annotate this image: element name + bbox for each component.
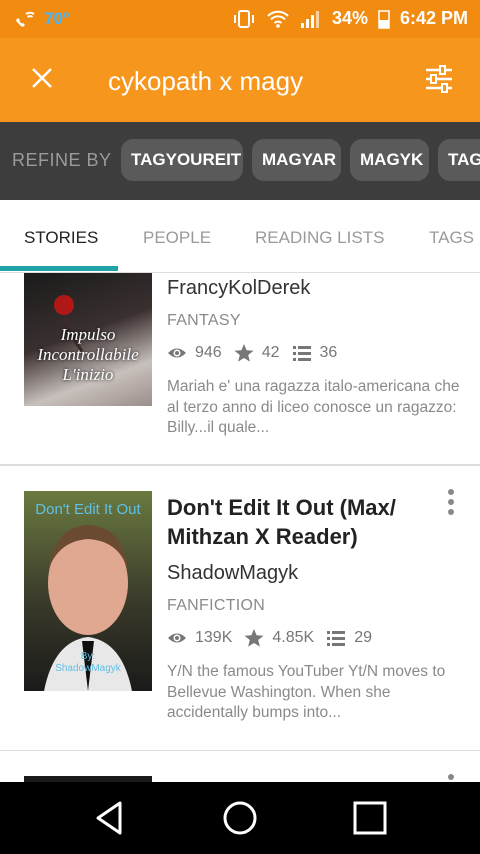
cover-by-label: By: <box>80 651 96 662</box>
close-icon[interactable] <box>28 64 56 92</box>
tab-people[interactable]: PEOPLE <box>143 228 211 248</box>
search-app-bar: cykopath x magy <box>0 38 480 122</box>
filter-icon[interactable] <box>424 64 454 94</box>
back-icon[interactable] <box>90 798 130 838</box>
battery-icon <box>378 9 390 29</box>
tab-indicator <box>0 266 118 271</box>
story-card[interactable]: Don't Edit It Out By: ShadowMagyk Don't … <box>0 465 480 751</box>
cover-line-3: L'inizio <box>62 365 114 384</box>
search-query[interactable]: cykopath x magy <box>108 66 303 97</box>
battery-text: 34% <box>331 8 368 28</box>
refine-chip-tagyoureit[interactable]: TAGYOUREIT <box>121 139 243 181</box>
cover-line-1: Impulso <box>60 325 116 344</box>
story-stats: 946 42 36 <box>167 344 337 362</box>
recents-icon[interactable] <box>350 798 390 838</box>
story-author[interactable]: ShadowMagyk <box>167 562 298 585</box>
star-icon <box>234 344 254 362</box>
wifi-icon <box>267 10 289 28</box>
tab-stories[interactable]: STORIES <box>24 228 98 248</box>
reads-count: 139K <box>195 629 233 646</box>
votes-count: 4.85K <box>272 629 315 646</box>
vibrate-icon <box>233 9 254 28</box>
clock-text: 6:42 PM <box>399 8 468 28</box>
more-options-icon[interactable] <box>448 489 454 519</box>
status-bar: 70° 34% 6:42 PM <box>0 0 480 38</box>
eye-icon <box>168 633 186 643</box>
story-description: Y/N the famous YouTuber Yt/N moves to Be… <box>167 663 446 721</box>
story-description: Mariah e' una ragazza italo-americana ch… <box>167 378 460 436</box>
votes-count: 42 <box>261 344 280 361</box>
story-cover: Impulso Incontrollabile L'inizio <box>24 273 152 406</box>
tab-reading-lists[interactable]: READING LISTS <box>255 228 384 248</box>
cover-author: ShadowMagyk <box>55 663 121 674</box>
system-nav-bar <box>0 782 480 854</box>
tab-tags[interactable]: TAGS <box>429 228 474 248</box>
phone-wifi-icon <box>16 11 35 27</box>
story-cover: Don't Edit It Out By: ShadowMagyk <box>24 491 152 691</box>
refine-chip-tag[interactable]: TAG <box>438 139 480 181</box>
story-genre: FANTASY <box>167 312 241 329</box>
refine-chip-magyk[interactable]: MAGYK <box>350 139 429 181</box>
eye-icon <box>168 348 186 358</box>
star-icon <box>244 629 264 647</box>
story-title[interactable]: Don't Edit It Out (Max/ Mithzan X Reader… <box>167 493 437 551</box>
temperature-text: 70° <box>44 9 70 28</box>
cover-title: Don't Edit It Out <box>35 501 141 518</box>
tab-bar: STORIES PEOPLE READING LISTS TAGS <box>0 200 480 273</box>
story-card[interactable]: Impulso Incontrollabile L'inizio FrancyK… <box>0 272 480 465</box>
story-genre: FANFICTION <box>167 597 266 614</box>
reads-count: 946 <box>195 344 222 361</box>
cover-line-2: Incontrollabile <box>37 345 139 364</box>
story-author[interactable]: FrancyKolDerek <box>167 277 310 300</box>
signal-icon <box>300 10 319 28</box>
refine-label: REFINE BY <box>12 150 112 170</box>
refine-chip-magyar[interactable]: MAGYAR <box>252 139 341 181</box>
list-icon <box>292 346 311 361</box>
list-icon <box>327 631 346 646</box>
story-stats: 139K 4.85K 29 <box>167 629 372 647</box>
parts-count: 36 <box>319 344 338 361</box>
refine-bar: REFINE BY TAGYOUREIT MAGYAR MAGYK TAG <box>0 122 480 200</box>
parts-count: 29 <box>354 629 372 646</box>
home-icon[interactable] <box>220 798 260 838</box>
